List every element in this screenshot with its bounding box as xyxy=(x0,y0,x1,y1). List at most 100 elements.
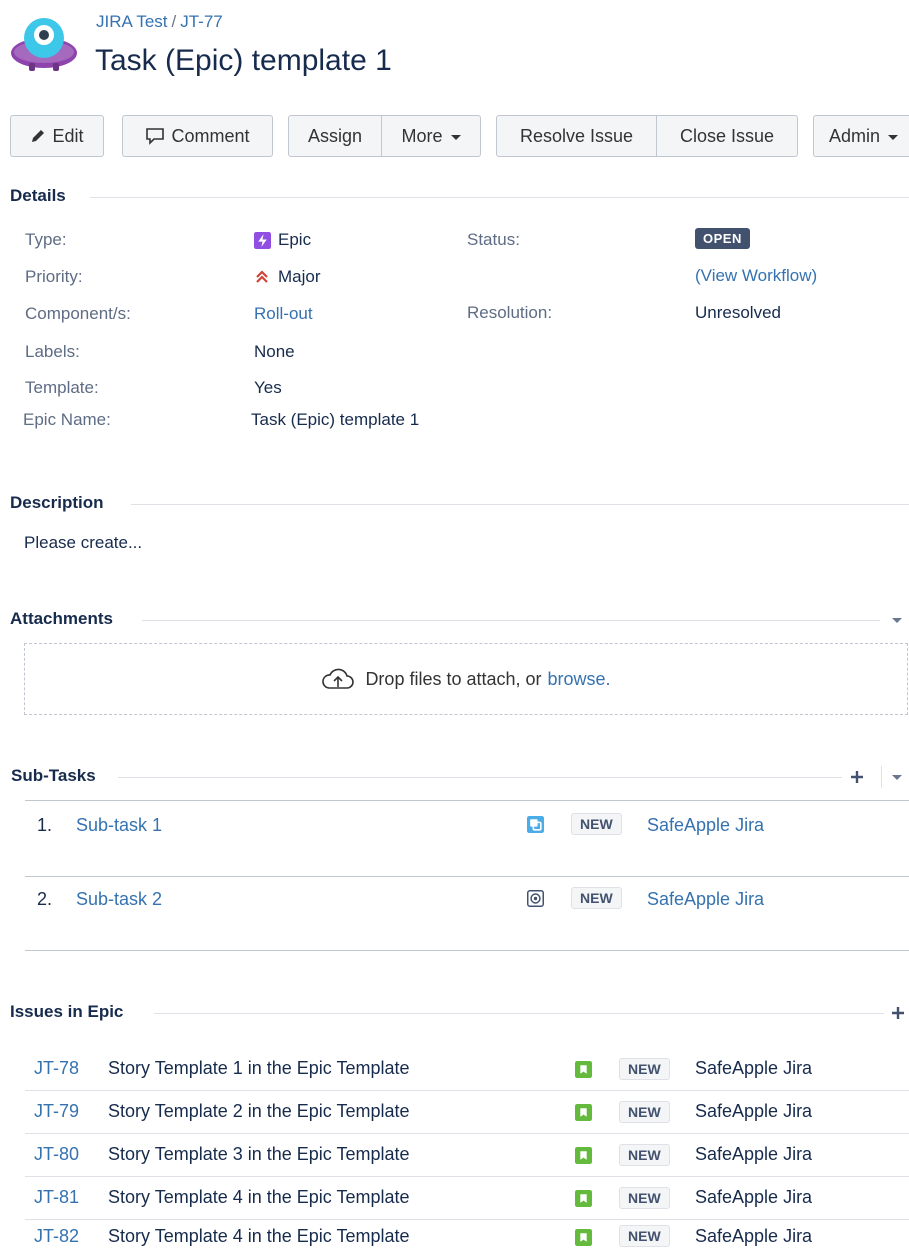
breadcrumb-separator: / xyxy=(171,12,177,31)
subtask-number: 2. xyxy=(37,889,53,909)
view-workflow-link[interactable]: (View Workflow) xyxy=(695,266,817,286)
subtask-icon xyxy=(527,816,544,833)
breadcrumb-project-link[interactable]: JIRA Test xyxy=(96,12,168,31)
row-divider xyxy=(25,1090,909,1091)
project-avatar[interactable] xyxy=(9,8,79,78)
component-link[interactable]: Roll-out xyxy=(254,304,313,324)
close-issue-button[interactable]: Close Issue xyxy=(657,115,798,157)
description-heading[interactable]: Description xyxy=(10,493,104,513)
issues-in-epic-divider xyxy=(154,1013,884,1014)
resolution-label: Resolution: xyxy=(467,303,553,322)
issue-summary[interactable]: Story Template 3 in the Epic Template xyxy=(108,1144,410,1165)
subtask-link[interactable]: Sub-task 2 xyxy=(76,889,162,910)
row-divider xyxy=(25,1219,909,1220)
subtask-number: 1. xyxy=(37,815,53,835)
subtasks-options-icon[interactable] xyxy=(892,773,902,781)
target-icon xyxy=(527,890,544,907)
resolution-value: Unresolved xyxy=(695,303,781,322)
assignee-name: SafeApple Jira xyxy=(695,1144,813,1164)
close-label: Close Issue xyxy=(679,125,775,146)
priority-value: Major xyxy=(254,267,321,287)
edit-label: Edit xyxy=(52,125,84,146)
edit-button[interactable]: Edit xyxy=(10,115,104,157)
status-lozenge: NEW xyxy=(619,1058,670,1080)
admin-label: Admin xyxy=(828,125,881,146)
issue-key-link[interactable]: JT-82 xyxy=(34,1226,79,1247)
issue-summary[interactable]: Story Template 1 in the Epic Template xyxy=(108,1058,410,1079)
browse-link[interactable]: browse. xyxy=(548,669,611,690)
assign-button[interactable]: Assign xyxy=(288,115,382,157)
attachments-heading[interactable]: Attachments xyxy=(10,609,113,629)
status-lozenge: NEW xyxy=(571,813,622,835)
issue-summary[interactable]: Story Template 4 in the Epic Template xyxy=(108,1226,410,1247)
status-lozenge: NEW xyxy=(619,1187,670,1209)
assignee-link[interactable]: SafeApple Jira xyxy=(647,889,764,910)
template-label: Template: xyxy=(25,378,99,397)
description-divider xyxy=(131,504,909,505)
story-icon xyxy=(575,1190,592,1207)
type-label: Type: xyxy=(25,230,67,249)
priority-major-icon xyxy=(256,270,268,283)
attachment-dropzone[interactable]: Drop files to attach, or browse. xyxy=(24,643,908,715)
assign-label: Assign xyxy=(307,125,363,146)
component-label: Component/s: xyxy=(25,304,131,323)
row-divider xyxy=(25,1133,909,1134)
comment-label: Comment xyxy=(171,125,250,146)
breadcrumb-issue-link[interactable]: JT-77 xyxy=(180,12,223,31)
story-icon xyxy=(575,1147,592,1164)
subtask-link[interactable]: Sub-task 1 xyxy=(76,815,162,836)
subtasks-heading[interactable]: Sub-Tasks xyxy=(11,766,96,786)
attachments-options-icon[interactable] xyxy=(892,616,902,624)
comment-button[interactable]: Comment xyxy=(122,115,273,157)
status-lozenge: NEW xyxy=(571,887,622,909)
story-icon xyxy=(575,1229,592,1246)
issue-key-link[interactable]: JT-81 xyxy=(34,1187,79,1208)
labels-label: Labels: xyxy=(25,342,80,361)
page-title: Task (Epic) template 1 xyxy=(95,44,392,77)
assignee-name: SafeApple Jira xyxy=(695,1226,813,1246)
issue-summary[interactable]: Story Template 4 in the Epic Template xyxy=(108,1187,410,1208)
status-lozenge: NEW xyxy=(619,1144,670,1166)
subtasks-top-line xyxy=(25,800,909,801)
subtasks-toolbar-divider xyxy=(881,766,882,788)
chevron-down-icon xyxy=(888,134,899,140)
subtasks-divider xyxy=(118,777,842,778)
issue-key-link[interactable]: JT-80 xyxy=(34,1144,79,1165)
add-subtask-icon[interactable] xyxy=(849,769,865,785)
story-icon xyxy=(575,1104,592,1121)
assignee-name: SafeApple Jira xyxy=(695,1058,813,1078)
issues-in-epic-heading[interactable]: Issues in Epic xyxy=(10,1002,123,1022)
breadcrumb: JIRA Test / JT-77 xyxy=(96,12,223,32)
type-text: Epic xyxy=(278,230,312,249)
assignee-link[interactable]: SafeApple Jira xyxy=(647,815,764,836)
more-button[interactable]: More xyxy=(382,115,481,157)
template-value: Yes xyxy=(254,378,282,397)
status-label: Status: xyxy=(467,230,520,249)
priority-label: Priority: xyxy=(25,267,83,286)
admin-button[interactable]: Admin xyxy=(813,115,909,157)
row-divider xyxy=(25,1176,909,1177)
add-issue-icon[interactable] xyxy=(890,1005,906,1021)
resolve-issue-button[interactable]: Resolve Issue xyxy=(496,115,657,157)
story-icon xyxy=(575,1061,592,1078)
drop-text: Drop files to attach, or xyxy=(365,668,542,689)
status-lozenge: NEW xyxy=(619,1225,670,1247)
status-lozenge: NEW xyxy=(619,1101,670,1123)
details-heading[interactable]: Details xyxy=(10,186,66,206)
assignee-name: SafeApple Jira xyxy=(695,1187,813,1207)
issue-key-link[interactable]: JT-78 xyxy=(34,1058,79,1079)
type-value: Epic xyxy=(254,230,311,250)
details-divider xyxy=(90,197,909,198)
issue-summary[interactable]: Story Template 2 in the Epic Template xyxy=(108,1101,410,1122)
row-divider xyxy=(25,876,909,877)
priority-text: Major xyxy=(278,267,321,286)
epic-name-value: Task (Epic) template 1 xyxy=(251,410,420,429)
row-divider xyxy=(25,950,909,951)
attachments-divider xyxy=(142,620,880,621)
issue-key-link[interactable]: JT-79 xyxy=(34,1101,79,1122)
epic-name-label: Epic Name: xyxy=(23,410,111,429)
comment-icon xyxy=(146,128,165,145)
resolve-label: Resolve Issue xyxy=(519,125,634,146)
chevron-down-icon xyxy=(450,134,461,140)
pencil-icon xyxy=(32,130,45,142)
